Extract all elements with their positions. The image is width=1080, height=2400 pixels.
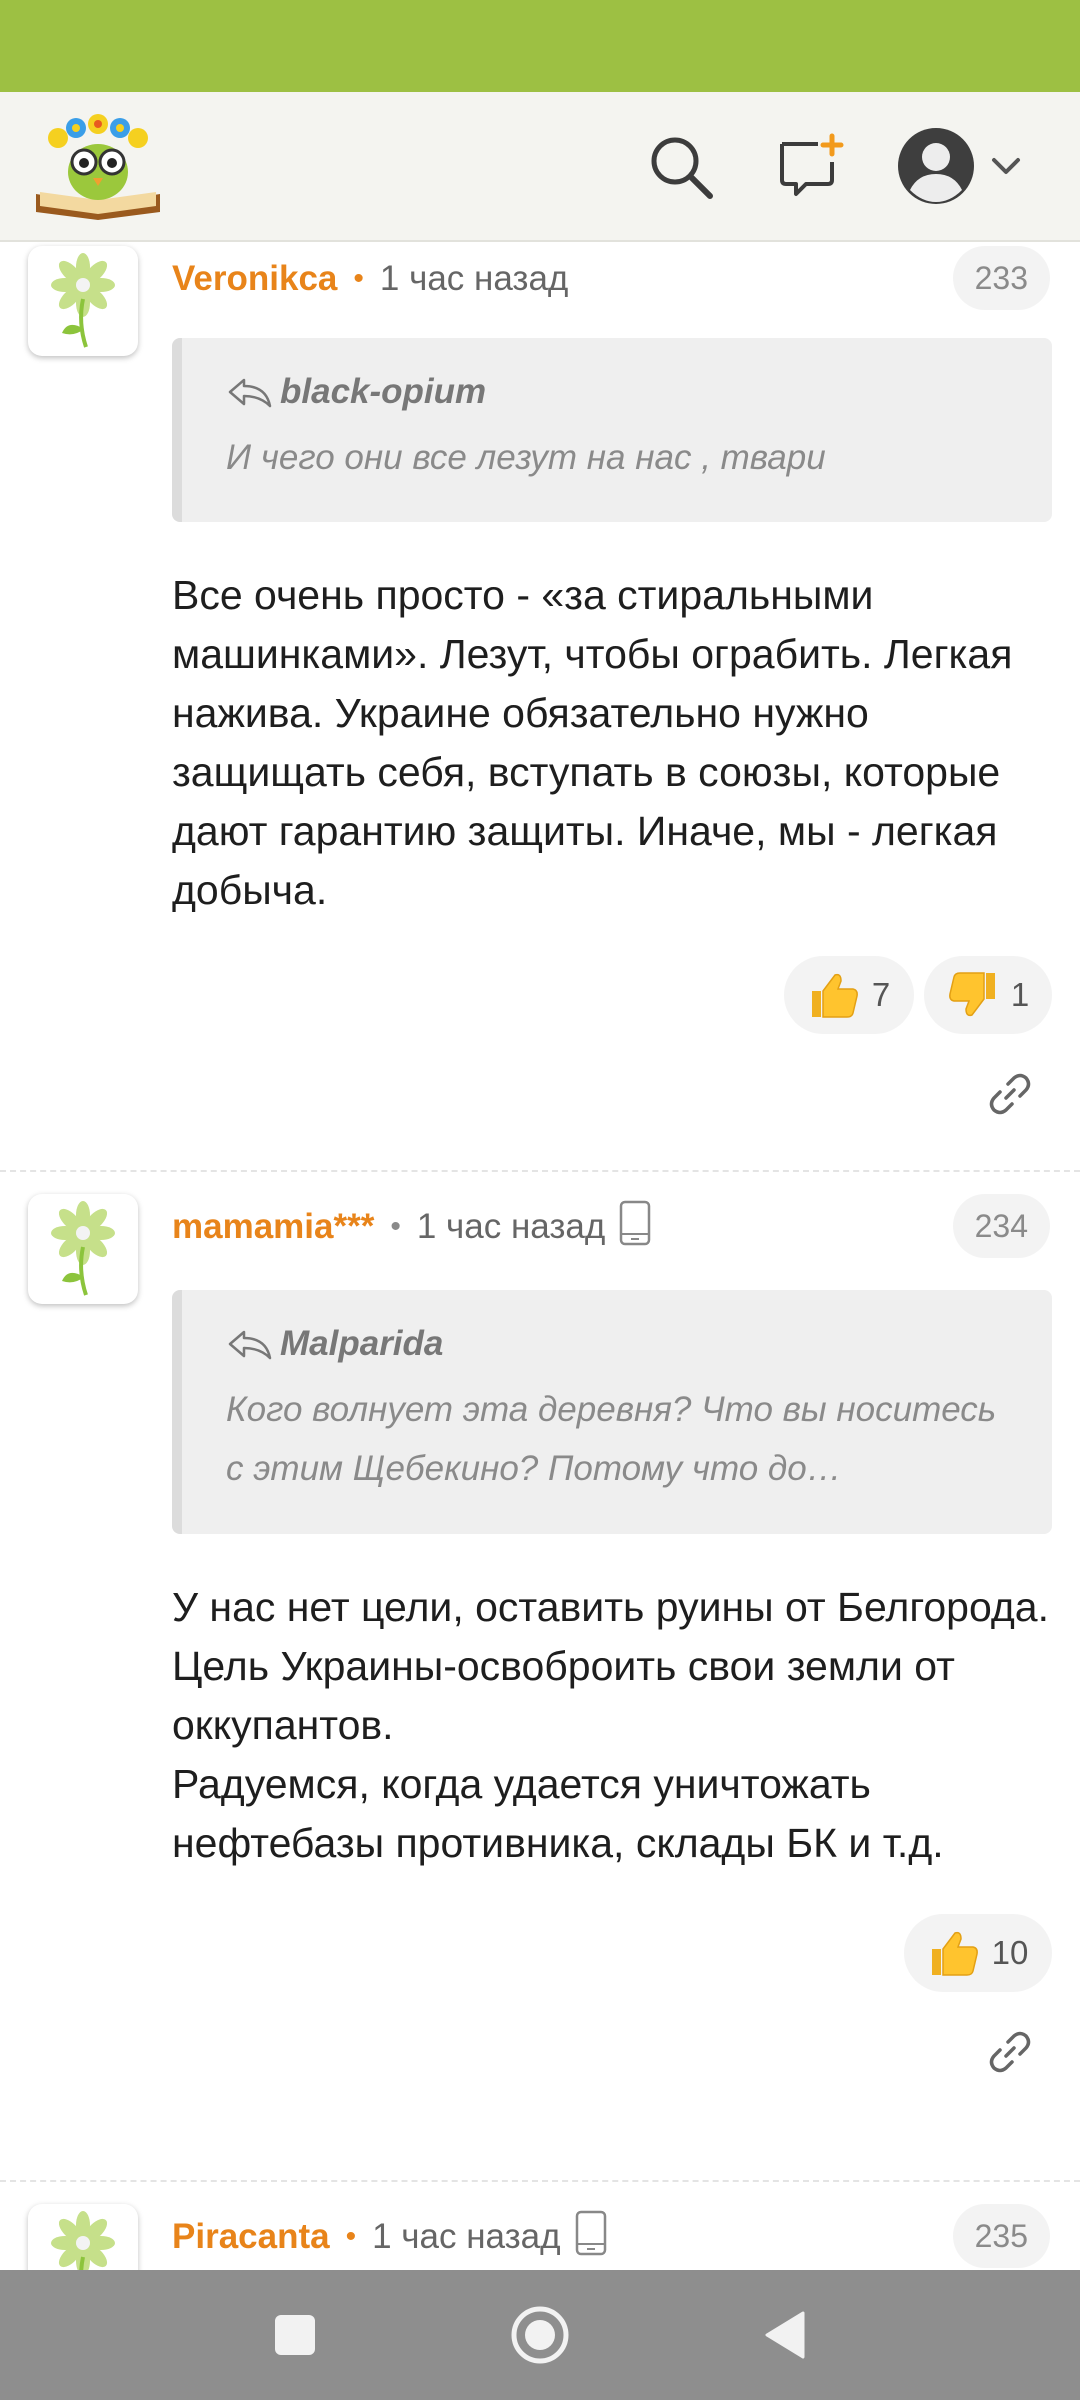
back-triangle-icon	[765, 2311, 805, 2359]
avatar[interactable]	[28, 246, 138, 356]
home-button[interactable]	[503, 2298, 577, 2372]
site-logo[interactable]	[30, 108, 166, 224]
quote-block[interactable]: Malparida Кого волнует эта деревня? Что …	[172, 1290, 1052, 1534]
square-icon	[275, 2315, 315, 2355]
new-message-button[interactable]	[766, 122, 856, 212]
like-count: 10	[991, 1934, 1029, 1971]
comments-list: Veronikca • 1 час назад 233 black-opium …	[0, 242, 1080, 2270]
quote-author: Malparida	[226, 1324, 443, 1364]
username[interactable]: Piracanta	[172, 2217, 330, 2257]
link-icon	[989, 2031, 1031, 2073]
comment-number-badge[interactable]: 235	[952, 2204, 1050, 2268]
home-circle-icon	[511, 2306, 569, 2364]
thumbs-down-icon	[948, 972, 995, 1017]
timestamp: 1 час назад	[416, 1207, 606, 1246]
quote-author-name: black-opium	[280, 372, 487, 411]
comment-number-badge[interactable]: 234	[952, 1194, 1050, 1258]
recent-apps-button[interactable]	[258, 2298, 332, 2372]
user-avatar-icon	[898, 128, 974, 204]
comment-divider	[0, 2180, 1080, 2182]
comment-text: Все очень просто - «за стиральными машин…	[172, 572, 1013, 913]
username[interactable]: mamamia***	[172, 1207, 374, 1247]
like-count: 7	[871, 976, 891, 1013]
like-button[interactable]: 10	[904, 1914, 1052, 1992]
permalink-button[interactable]	[980, 1064, 1040, 1124]
quote-block[interactable]: black-opium И чего они все лезут на нас …	[172, 338, 1052, 522]
avatar[interactable]	[28, 1194, 138, 1304]
separator-dot: •	[353, 262, 364, 295]
back-button[interactable]	[748, 2298, 822, 2372]
dislike-button[interactable]: 1	[924, 956, 1052, 1034]
app-header	[0, 92, 1080, 242]
owl-book-logo-icon	[36, 114, 160, 220]
chevron-down-icon	[992, 158, 1020, 174]
profile-menu-button[interactable]	[896, 118, 1036, 214]
flower-avatar-icon	[51, 253, 115, 348]
comment-divider	[0, 1170, 1080, 1172]
comment-meta: Veronikca • 1 час назад	[172, 254, 568, 304]
flower-avatar-icon	[51, 1201, 115, 1296]
system-navigation-bar	[0, 2270, 1080, 2400]
permalink-button[interactable]	[980, 2022, 1040, 2082]
comment-meta: mamamia*** • 1 час назад	[172, 1200, 651, 1255]
search-icon	[651, 137, 713, 199]
new-message-icon	[780, 133, 844, 196]
username[interactable]: Veronikca	[172, 259, 337, 299]
thumbs-up-icon	[811, 973, 858, 1018]
avatar[interactable]	[28, 2204, 138, 2270]
search-button[interactable]	[636, 122, 726, 212]
timestamp: 1 час назад	[372, 2217, 561, 2256]
like-button[interactable]: 7	[784, 956, 914, 1034]
quote-text: Кого волнует эта деревня? Что вы носитес…	[226, 1390, 997, 1488]
comment-text: У нас нет цели, оставить руины от Белгор…	[172, 1584, 1049, 1866]
link-icon	[989, 1073, 1031, 1115]
status-bar	[0, 0, 1080, 92]
timestamp: 1 час назад	[379, 259, 569, 298]
separator-dot: •	[390, 1210, 401, 1243]
quote-author: black-opium	[226, 372, 486, 412]
separator-dot: •	[345, 2220, 357, 2253]
quote-author-name: Malparida	[280, 1324, 444, 1363]
comment-meta: Piracanta • 1 час назад	[172, 2210, 607, 2265]
quote-text: И чего они все лезут на нас , твари	[226, 438, 826, 477]
comment-number-badge[interactable]: 233	[952, 246, 1050, 310]
dislike-count: 1	[1010, 976, 1030, 1013]
thumbs-up-icon	[931, 1931, 978, 1976]
mobile-device-icon	[619, 1200, 651, 1255]
mobile-device-icon	[575, 2210, 607, 2265]
flower-avatar-icon	[51, 2211, 115, 2270]
reply-arrow-icon	[228, 378, 272, 408]
reply-arrow-icon	[228, 1330, 272, 1360]
